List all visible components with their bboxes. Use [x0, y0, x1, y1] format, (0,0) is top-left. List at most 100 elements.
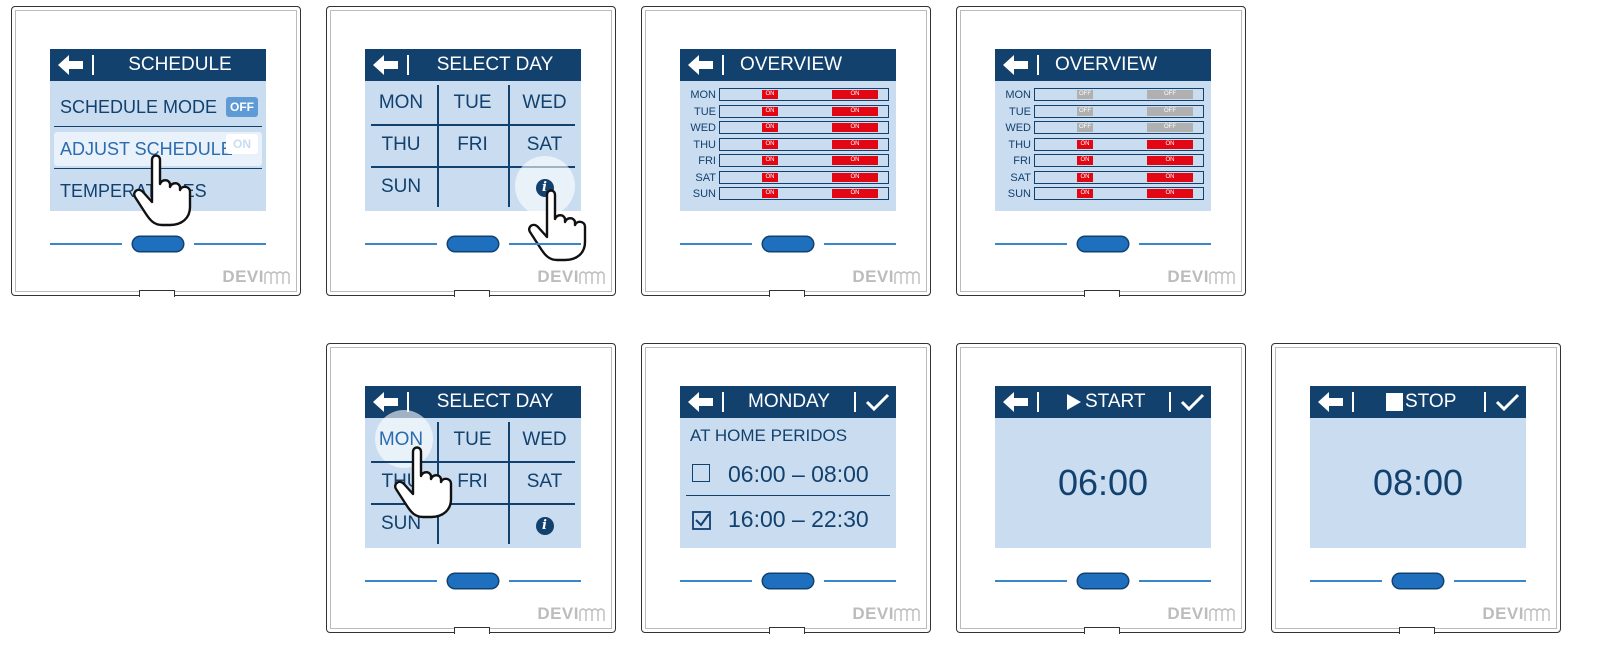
day-thu[interactable]: THU	[365, 124, 437, 166]
slider[interactable]	[365, 237, 581, 251]
device-foot	[1084, 290, 1120, 297]
back-arrow-icon[interactable]	[1318, 392, 1344, 412]
screen: OVERVIEW MON OFF OFF TUE OFF OFF WED OFF…	[995, 49, 1211, 211]
toggle-off[interactable]: OFF	[226, 97, 258, 117]
brand-logo: DEVI	[537, 267, 579, 286]
slider-track-right	[1139, 243, 1211, 245]
brand-logo: DEVI	[537, 604, 579, 623]
back-arrow-icon[interactable]	[688, 55, 714, 75]
day-sat[interactable]: SAT	[508, 461, 581, 503]
day-mon[interactable]: MON	[365, 81, 437, 124]
back-arrow-icon[interactable]	[1003, 55, 1029, 75]
slider-track-right	[194, 243, 266, 245]
day-tue[interactable]: TUE	[437, 81, 508, 124]
day-label: MON	[690, 89, 716, 101]
slider[interactable]	[680, 237, 896, 251]
confirm-check-icon[interactable]	[864, 392, 890, 412]
period-2: ON	[832, 156, 878, 165]
stop-icon	[1386, 393, 1403, 411]
brand-waves-icon	[579, 271, 609, 285]
day-label: MON	[1005, 89, 1031, 101]
slider-button[interactable]	[763, 237, 813, 251]
play-icon	[1067, 394, 1081, 410]
overview-row: THU ON ON	[680, 137, 896, 154]
slider-button[interactable]	[1078, 237, 1128, 251]
slider-button[interactable]	[1393, 574, 1443, 588]
day-label: SAT	[695, 171, 716, 184]
slider-track-left	[50, 243, 122, 245]
period-row[interactable]: 16:00 – 22:30	[680, 496, 896, 542]
slider-button[interactable]	[133, 237, 183, 251]
time-value[interactable]: 08:00	[1310, 418, 1526, 548]
header: MONDAY	[680, 386, 896, 418]
info-button[interactable]: i	[508, 514, 581, 535]
slider[interactable]	[995, 574, 1211, 588]
menu-item-schedule-mode[interactable]: SCHEDULE MODE OFF	[50, 87, 266, 127]
slider-button[interactable]	[448, 574, 498, 588]
day-label: THU	[693, 138, 716, 151]
day-wed[interactable]: WED	[508, 418, 581, 461]
slider-button[interactable]	[763, 574, 813, 588]
slider[interactable]	[680, 574, 896, 588]
brand-logo: DEVI	[852, 267, 894, 286]
slider[interactable]	[1310, 574, 1526, 588]
back-arrow-icon[interactable]	[373, 55, 399, 75]
brand-waves-icon	[1209, 608, 1239, 622]
checkbox-checked-icon[interactable]	[692, 510, 712, 530]
slider-track-left	[680, 243, 752, 245]
brand-logo: DEVI	[222, 267, 264, 286]
time-value[interactable]: 06:00	[995, 418, 1211, 548]
header: SCHEDULE	[50, 49, 266, 81]
checkbox-unchecked-icon[interactable]	[692, 464, 710, 482]
slider-track-left	[365, 580, 437, 582]
schedule-bar: ON ON	[719, 170, 889, 184]
confirm-check-icon[interactable]	[1494, 392, 1520, 412]
slider-button[interactable]	[448, 237, 498, 251]
day-wed[interactable]: WED	[508, 81, 581, 124]
slider-track-right	[824, 243, 896, 245]
period-1: ON	[762, 189, 778, 198]
slider-track-right	[509, 243, 581, 245]
slider-track-right	[1454, 580, 1526, 582]
period-1: ON	[1077, 189, 1093, 198]
slider[interactable]	[50, 237, 266, 251]
screen: OVERVIEW MON ON ON TUE ON ON WED ON ON T…	[680, 49, 896, 211]
screen-title: OVERVIEW	[740, 54, 843, 75]
day-label: TUE	[1009, 105, 1031, 118]
slider-button[interactable]	[1078, 574, 1128, 588]
brand-logo: DEVI	[1167, 267, 1209, 286]
slider-track-left	[995, 243, 1067, 245]
day-label: FRI	[1013, 155, 1031, 167]
confirm-check-icon[interactable]	[1179, 392, 1205, 412]
day-sun[interactable]: SUN	[365, 166, 437, 208]
period-row[interactable]: 06:00 – 08:00	[680, 452, 896, 496]
brand-waves-icon	[1209, 271, 1239, 285]
period-1: ON	[1077, 156, 1093, 165]
overview-row: THU ON ON	[995, 137, 1211, 154]
slider-track-right	[509, 580, 581, 582]
back-arrow-icon[interactable]	[373, 392, 399, 412]
info-icon: i	[535, 517, 554, 535]
header: SELECT DAY	[365, 49, 581, 81]
back-arrow-icon[interactable]	[1003, 392, 1029, 412]
toggle-on[interactable]: ON	[226, 134, 258, 154]
pointing-hand-icon	[132, 152, 202, 227]
schedule-bar: ON ON	[1034, 154, 1204, 167]
header: STOP	[1310, 386, 1526, 418]
period-2: ON	[832, 172, 878, 182]
slider[interactable]	[365, 574, 581, 588]
device-foot	[1399, 627, 1435, 634]
back-arrow-icon[interactable]	[688, 392, 714, 412]
period-1: OFF	[1077, 106, 1093, 116]
period-1: ON	[1077, 172, 1093, 182]
schedule-bar: ON ON	[1034, 187, 1204, 200]
thermostat-select-day-monday: SELECT DAY MON TUE WED THU FRI SAT SUN i…	[326, 343, 616, 634]
period-1: OFF	[1077, 123, 1093, 132]
separator	[1352, 392, 1354, 412]
period-1: ON	[762, 172, 778, 182]
day-fri[interactable]: FRI	[437, 124, 508, 166]
thermostat-stop-time: STOP 08:00 DEVI	[1271, 343, 1561, 634]
slider[interactable]	[995, 237, 1211, 251]
overview-row: MON ON ON	[680, 87, 896, 104]
back-arrow-icon[interactable]	[58, 55, 84, 75]
